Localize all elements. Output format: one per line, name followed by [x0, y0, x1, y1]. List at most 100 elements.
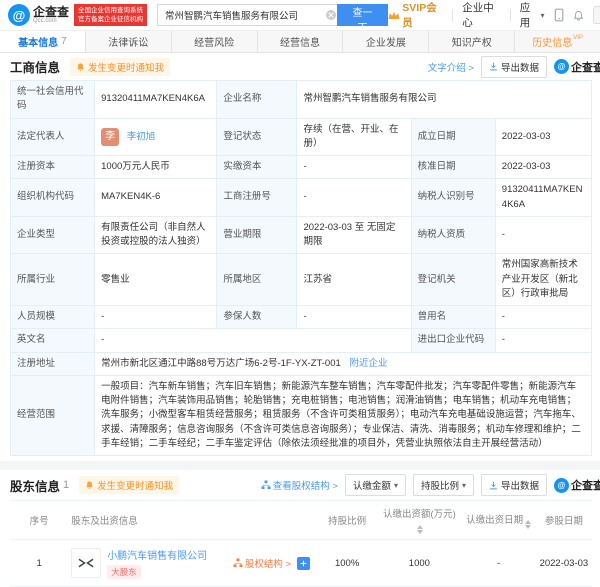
field-value: -: [494, 304, 593, 330]
brand-name: 企查查: [33, 4, 70, 19]
chevron-down-icon: ▾: [393, 480, 398, 490]
svip-link[interactable]: SVIP会员: [388, 0, 443, 30]
field-label: 注册地址: [9, 351, 96, 376]
tab-label: 基本信息: [18, 38, 59, 49]
field-label: 企业名称: [216, 80, 298, 119]
download-icon: [490, 62, 497, 71]
avatar: 李: [101, 127, 120, 146]
qcc-logo[interactable]: @ 企查查 Qcc.com: [8, 4, 69, 26]
field-label: 英文名: [9, 328, 96, 353]
field-label: 所属行业: [9, 253, 96, 306]
tab-history[interactable]: 历史信息 VIP: [515, 31, 600, 52]
table-row: 经营范围 一般项目：汽车新车销售；汽车旧车销售；新能源汽车整车销售；汽车零配件批…: [9, 374, 592, 457]
sort-amount-dropdown[interactable]: 认缴金额 ▾: [344, 474, 406, 496]
table-header-row: 序号 股东及出资信息 持股比例 认缴出资额(万元) 认缴出资日期 参股日期: [10, 500, 592, 540]
section-title: 工商信息: [10, 61, 61, 75]
table-row: 企业类型 有限责任公司（非自然人投资或控股的法人独资） 营业期限 2022-03…: [9, 215, 593, 255]
view-equity-structure-link[interactable]: 查看股权结构 >: [261, 478, 338, 492]
export-data-button[interactable]: 导出数据: [480, 55, 547, 78]
expand-button[interactable]: [297, 556, 311, 570]
equity-structure-link[interactable]: 股权结构 >: [233, 556, 291, 570]
tab-basic-info[interactable]: 基本信息 7: [0, 31, 86, 52]
legal-rep-link[interactable]: 李初旭: [127, 131, 156, 142]
qcc-watermark-label: 企查查: [571, 480, 600, 492]
field-label: 营业期限: [216, 215, 298, 255]
field-label: 经营范围: [9, 374, 96, 457]
field-label: 登记机关: [410, 253, 496, 306]
shareholder-header: 股东信息 1 发生变更时通知我 查看股权结构 > 认缴金额 ▾ 持股比例 ▾ 导…: [10, 470, 600, 500]
field-label: 统一社会信用代码: [9, 80, 96, 119]
field-value: -: [494, 328, 593, 353]
tab-development[interactable]: 企业发展: [343, 31, 430, 52]
search-button[interactable]: 查一下: [336, 4, 389, 34]
table-row: 注册地址 常州市新北区通江中路88号万达广场6-2号-1F-YX-ZT-001 …: [9, 351, 592, 376]
col-index: 序号: [10, 500, 69, 540]
svip-label: SVIP会员: [402, 2, 437, 29]
business-info-header: 工商信息 发生变更时通知我 文字介绍 > 导出数据 @ 企查查: [10, 53, 600, 80]
nearby-companies-link[interactable]: 附近企业: [349, 358, 387, 369]
enterprise-center-link[interactable]: 企业中心: [462, 0, 501, 30]
field-value: 常州国家高新技术产业开发区（新北区）行政审批局: [494, 253, 593, 306]
vip-badge: VIP: [573, 34, 583, 41]
download-icon: [490, 481, 497, 489]
text-intro-link[interactable]: 文字介绍 >: [428, 60, 474, 74]
field-value: -: [296, 154, 412, 180]
address-value: 常州市新北区通江中路88号万达广场6-2号-1F-YX-ZT-001: [101, 357, 341, 369]
equity-structure-label: 股权结构 >: [244, 559, 292, 570]
notify-change-toggle[interactable]: 发生变更时通知我: [70, 57, 171, 76]
tab-legal[interactable]: 法律诉讼: [85, 31, 172, 52]
gov-badge: 全国企业信用查询系统 官方备案企业征信机构: [74, 3, 148, 27]
tab-operation[interactable]: 经营信息: [257, 31, 344, 52]
field-label: 纳税人识别号: [410, 178, 496, 217]
search-input[interactable]: [157, 4, 337, 26]
col-join-date: 参股日期: [535, 500, 592, 540]
mobile-icon[interactable]: [554, 8, 564, 22]
field-value: 2022-03-03: [494, 154, 593, 180]
col-amount-sortable[interactable]: 认缴出资额(万元): [377, 500, 462, 540]
field-label: 法定代表人: [9, 117, 96, 156]
tab-risk[interactable]: 经营风险: [171, 31, 258, 52]
tab-bar: 基本信息 7 法律诉讼 经营风险 经营信息 企业发展 知识产权 历史信息 VIP: [0, 30, 600, 53]
notify-label: 发生变更时通知我: [88, 62, 165, 74]
table-row: 统一社会信用代码 91320411MA7KEN4K6A 企业名称 常州智鹏汽车销…: [9, 80, 592, 119]
field-label: 企业类型: [9, 215, 96, 255]
col-amount-label: 认缴出资额(万元): [382, 509, 456, 520]
col-date-label: 认缴出资日期: [466, 514, 524, 526]
col-date-sortable[interactable]: 认缴出资日期: [461, 500, 536, 540]
tab-ip[interactable]: 知识产权: [429, 31, 516, 52]
business-info-table: 统一社会信用代码 91320411MA7KEN4K6A 企业名称 常州智鹏汽车销…: [9, 80, 593, 457]
field-label: 工商注册号: [216, 178, 298, 217]
divider: [509, 9, 511, 21]
apps-label: 应用: [519, 2, 531, 29]
notify-change-toggle[interactable]: 发生变更时通知我: [79, 476, 180, 494]
section-actions: 文字介绍 > 导出数据 @ 企查查: [428, 55, 600, 78]
field-value: 江苏省: [296, 253, 412, 306]
table-row: 人员规模 - 参保人数 - 曾用名 -: [9, 304, 593, 330]
field-value: 91320411MA7KEN4K6A: [94, 80, 218, 119]
bell-icon[interactable]: [573, 9, 584, 22]
export-data-button[interactable]: 导出数据: [480, 474, 547, 496]
sort-amount-label: 认缴金额: [352, 481, 391, 492]
apps-menu[interactable]: 应用 ▾: [520, 0, 545, 30]
field-value: 91320411MA7KEN4K6A: [494, 178, 593, 217]
holder-info: 小鹏汽车销售有限公司 大股东: [107, 547, 207, 579]
table-row: 注册资本 1000万元人民币 实缴资本 - 核准日期 2022-03-03: [9, 154, 593, 180]
holder-cell: 小鹏汽车销售有限公司 大股东 股权结构 >: [68, 539, 318, 587]
chevron-down-icon: ▾: [540, 10, 545, 20]
view-structure-label: 查看股权结构 >: [272, 481, 338, 492]
field-label: 注册资本: [9, 154, 96, 180]
qcc-watermark: @ 企查查: [554, 477, 600, 493]
section-count: 1: [63, 479, 70, 491]
field-label: 登记状态: [216, 117, 298, 156]
avatar[interactable]: [592, 6, 600, 24]
tab-label: 历史信息: [532, 38, 573, 49]
shareholder-name-link[interactable]: 小鹏汽车销售有限公司: [107, 547, 207, 562]
field-value: MA7KEN4K-6: [94, 178, 218, 217]
field-value: -: [494, 215, 593, 255]
sort-icon: [525, 519, 532, 529]
export-label: 导出数据: [500, 481, 539, 492]
row-index: 1: [10, 539, 69, 587]
sort-ratio-dropdown[interactable]: 持股比例 ▾: [412, 474, 474, 496]
join-date-value: 2022-03-03: [535, 539, 592, 587]
tab-count: 7: [61, 36, 67, 47]
